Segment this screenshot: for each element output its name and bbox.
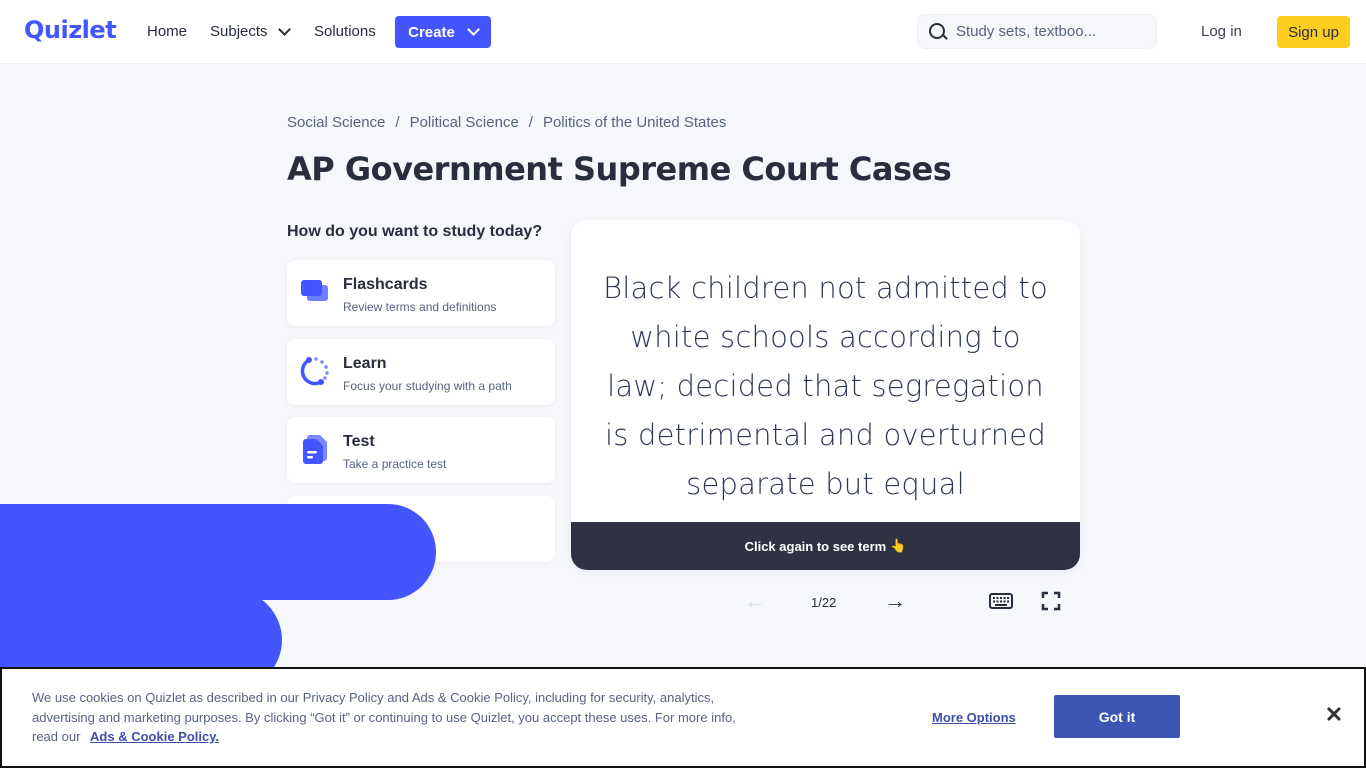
- create-button[interactable]: Create: [395, 16, 491, 48]
- flashcard[interactable]: Black children not admitted to white sch…: [571, 220, 1080, 570]
- nav-home-link[interactable]: Home: [147, 23, 187, 40]
- breadcrumb: Social Science / Political Science / Pol…: [287, 114, 726, 131]
- quizlet-logo[interactable]: Quizlet: [24, 16, 117, 44]
- flashcards-icon: [301, 280, 328, 301]
- learn-icon: [300, 357, 329, 386]
- nav-solutions-link[interactable]: Solutions: [314, 23, 376, 40]
- cookie-message: We use cookies on Quizlet as described i…: [32, 688, 752, 747]
- got-it-button[interactable]: Got it: [1054, 695, 1180, 738]
- keyboard-shortcuts-icon[interactable]: [989, 593, 1013, 609]
- card-counter: 1/22: [811, 595, 837, 610]
- nav-subjects-dropdown[interactable]: Subjects: [210, 22, 291, 40]
- previous-card-button[interactable]: ←: [741, 589, 769, 613]
- page-title: AP Government Supreme Court Cases: [287, 150, 952, 188]
- cookie-policy-link[interactable]: Ads & Cookie Policy.: [90, 729, 219, 744]
- mode-title: Flashcards: [343, 276, 428, 293]
- breadcrumb-separator: /: [528, 114, 533, 131]
- more-options-link[interactable]: More Options: [932, 710, 1016, 725]
- flashcard-definition: Black children not admitted to white sch…: [603, 271, 1048, 501]
- breadcrumb-item[interactable]: Politics of the United States: [543, 114, 726, 131]
- mode-subtitle: Focus your studying with a path: [343, 379, 512, 393]
- nav-subjects-label: Subjects: [210, 23, 268, 40]
- decorative-blue-shape: [0, 504, 436, 600]
- flashcard-hint-bar: Click again to see term 👆: [571, 522, 1080, 570]
- mode-learn[interactable]: Learn Focus your studying with a path: [287, 339, 555, 405]
- close-icon[interactable]: ✕: [1324, 704, 1344, 726]
- flip-hint-text: Click again to see term: [744, 538, 887, 554]
- login-link[interactable]: Log in: [1201, 23, 1242, 40]
- create-label: Create: [408, 23, 455, 41]
- next-card-button[interactable]: →: [881, 589, 909, 613]
- breadcrumb-separator: /: [395, 114, 400, 131]
- chevron-down-icon: [466, 23, 480, 36]
- study-question-heading: How do you want to study today?: [287, 223, 543, 240]
- mode-title: Learn: [343, 355, 387, 372]
- signup-button[interactable]: Sign up: [1277, 16, 1350, 48]
- breadcrumb-item[interactable]: Social Science: [287, 114, 385, 131]
- mode-subtitle: Review terms and definitions: [343, 300, 497, 314]
- top-nav-bar: Quizlet Home Subjects Solutions Create L…: [0, 0, 1366, 64]
- nav-solutions-label: Solutions: [314, 23, 376, 40]
- mode-flashcards[interactable]: Flashcards Review terms and definitions: [287, 260, 555, 326]
- search-input[interactable]: [956, 23, 1146, 40]
- search-box[interactable]: [917, 14, 1157, 49]
- cookie-banner: We use cookies on Quizlet as described i…: [0, 667, 1366, 768]
- mode-test[interactable]: Test Take a practice test: [287, 417, 555, 483]
- pointing-hand-icon: 👆: [890, 538, 907, 553]
- fullscreen-icon[interactable]: [1041, 591, 1061, 611]
- mode-subtitle: Take a practice test: [343, 457, 447, 471]
- chevron-down-icon: [277, 22, 291, 36]
- mode-title: Test: [343, 433, 375, 450]
- search-icon: [918, 14, 956, 49]
- test-icon: [303, 435, 327, 464]
- flashcard-controls: ← 1/22 →: [571, 585, 1080, 617]
- nav-home-label: Home: [147, 23, 188, 40]
- breadcrumb-item[interactable]: Political Science: [410, 114, 519, 131]
